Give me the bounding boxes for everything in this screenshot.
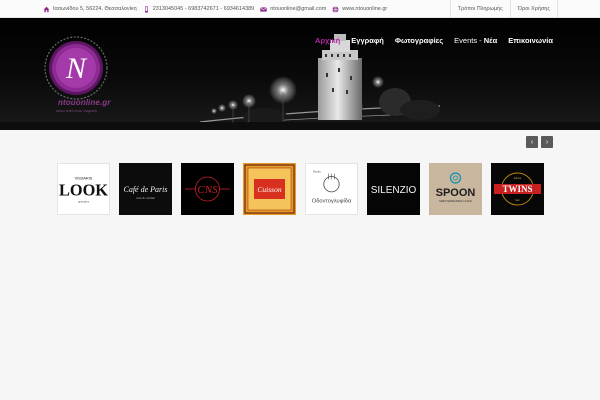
silenzio-logo-art: SILENZIO: [371, 185, 417, 196]
nav-item-register[interactable]: Εγγραφή: [351, 36, 384, 45]
brand-name: ntouonline.gr: [58, 98, 111, 107]
logo-letter: N: [65, 52, 88, 85]
cns-logo-art: CNS: [185, 176, 230, 202]
carousel-prev-button[interactable]: ‹: [526, 136, 538, 148]
svg-text:wine & cocktail: wine & cocktail: [136, 196, 155, 200]
svg-text:Οδοντογλυφίδα: Οδοντογλυφίδα: [312, 198, 352, 204]
phone-text[interactable]: 2313045045 - 6983742671 - 6934614389: [153, 6, 255, 12]
partner-logo-silenzio[interactable]: SILENZIO: [367, 163, 420, 215]
svg-text:Café de Paris: Café de Paris: [124, 185, 168, 194]
top-contact-bar: Ιασωνίδου 5, 56224, Θεσσαλονίκη 23130450…: [0, 0, 600, 18]
address-text: Ιασωνίδου 5, 56224, Θεσσαλονίκη: [53, 6, 137, 12]
cafe-de-paris-logo-art: Café de Paris wine & cocktail: [124, 185, 168, 200]
partner-logo-cuisson[interactable]: Cuisson: [243, 163, 296, 215]
svg-text:Studio: Studio: [313, 170, 322, 174]
partner-logo-cafe-de-paris[interactable]: Café de Paris wine & cocktail: [119, 163, 172, 215]
website-item: www.ntouonline.gr: [332, 5, 387, 13]
email-link[interactable]: ntouonline@gmail.com: [270, 6, 326, 12]
email-item: ntouonline@gmail.com: [260, 6, 326, 13]
main-nav: Αρχική Εγγραφή Φωτογραφίες Events - Νέα …: [304, 34, 553, 46]
partner-logo-carousel: VISSARIS LOOK opticians Café de Paris wi…: [57, 163, 544, 215]
svg-text:bar: bar: [515, 198, 519, 202]
nav-item-photos[interactable]: Φωτογραφίες: [395, 36, 443, 45]
partner-logo-odontoglyfida[interactable]: Studio Οδοντογλυφίδα: [305, 163, 358, 215]
terms-link[interactable]: Όροι Χρήσης: [509, 0, 558, 18]
globe-icon: [332, 5, 339, 13]
svg-text:TWINS: TWINS: [502, 184, 532, 194]
look-logo-art: VISSARIS LOOK opticians: [59, 176, 108, 203]
website-link[interactable]: www.ntouonline.gr: [342, 6, 387, 12]
envelope-icon: [260, 6, 268, 12]
cuisson-logo-art: Cuisson: [244, 164, 295, 214]
twins-logo-art: Since TWINS bar: [494, 172, 541, 206]
nav-news-label: Νέα: [483, 35, 498, 45]
top-links: Τρόποι Πληρωμής Όροι Χρήσης: [449, 0, 558, 18]
brand-tagline: κάτω από έναν ουρανό: [56, 108, 97, 113]
svg-text:CNS: CNS: [197, 184, 218, 196]
header-banner: N ntouonline.gr κάτω από έναν ουρανό Αρχ…: [0, 18, 600, 130]
nav-events-label: Events -: [454, 35, 482, 45]
nav-item-contact[interactable]: Επικοινωνία: [508, 36, 553, 45]
nav-item-home[interactable]: Αρχική: [315, 36, 340, 45]
svg-text:SPOON: SPOON: [436, 187, 476, 199]
chevron-right-icon: ›: [545, 138, 549, 146]
partner-logo-look[interactable]: VISSARIS LOOK opticians: [57, 163, 110, 215]
svg-text:VISSARIS: VISSARIS: [75, 176, 93, 180]
partner-logo-twins[interactable]: Since TWINS bar: [491, 163, 544, 215]
address-item: Ιασωνίδου 5, 56224, Θεσσαλονίκη: [43, 6, 137, 13]
svg-text:Cuisson: Cuisson: [257, 185, 281, 194]
odontoglyfida-logo-art: Studio Οδοντογλυφίδα: [312, 170, 352, 205]
nav-item-events-news[interactable]: Events - Νέα: [454, 36, 497, 45]
phone-icon: [144, 5, 148, 13]
carousel-next-button[interactable]: ›: [541, 136, 553, 148]
svg-text:MEDITERRANEAN CAFE: MEDITERRANEAN CAFE: [439, 199, 472, 203]
svg-text:opticians: opticians: [78, 199, 90, 203]
partner-logo-cns[interactable]: CNS: [181, 163, 234, 215]
payment-methods-link[interactable]: Τρόποι Πληρωμής: [449, 0, 510, 18]
phone-item: 2313045045 - 6983742671 - 6934614389: [143, 5, 255, 13]
home-icon: [43, 6, 50, 12]
chevron-left-icon: ‹: [530, 138, 534, 146]
site-logo[interactable]: N: [44, 36, 108, 100]
svg-text:Since: Since: [514, 176, 522, 180]
svg-text:LOOK: LOOK: [59, 181, 108, 200]
contact-info: Ιασωνίδου 5, 56224, Θεσσαλονίκη 23130450…: [43, 0, 393, 18]
partner-logo-spoon[interactable]: SPOON MEDITERRANEAN CAFE: [429, 163, 482, 215]
svg-text:SILENZIO: SILENZIO: [371, 185, 417, 196]
spoon-logo-art: SPOON MEDITERRANEAN CAFE: [436, 172, 476, 203]
